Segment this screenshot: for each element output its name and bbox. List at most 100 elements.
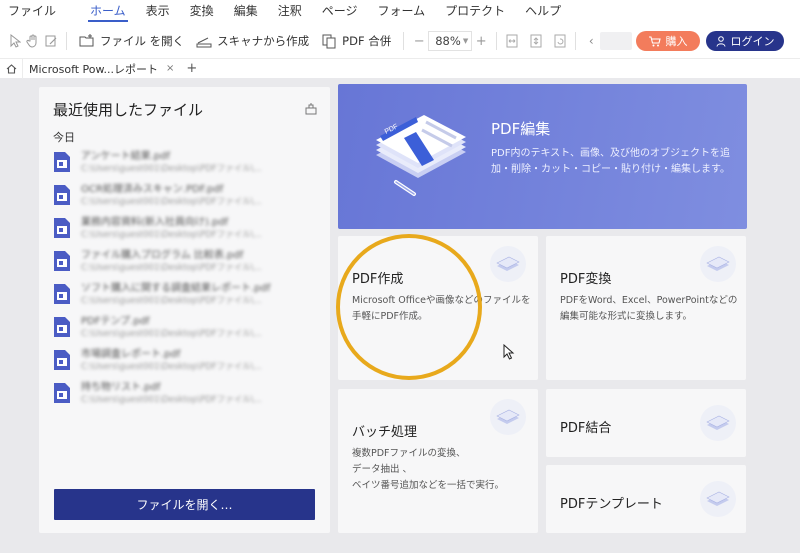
cart-icon — [648, 35, 661, 46]
pdf-edit-illustration-icon: PDF — [376, 115, 466, 196]
rotate-page-icon[interactable] — [551, 32, 569, 50]
file-path: C:\Users\guest001\Desktop\PDFファイル\... — [81, 263, 262, 273]
pdf-template-card[interactable]: PDFテンプレート — [546, 465, 746, 533]
recent-files-title: 最近使用したファイル — [53, 101, 204, 119]
pdf-convert-card[interactable]: PDF変換 PDFをWord、Excel、PowerPointなどの編集可能な形… — [546, 236, 746, 380]
file-path: C:\Users\guest001\Desktop\PDFファイル\... — [81, 197, 262, 207]
file-name: 業務内容資料(新入社員向け).pdf — [81, 217, 229, 228]
prev-page-button[interactable]: ‹ — [582, 32, 600, 50]
scanner-label: スキャナから作成 — [217, 34, 310, 48]
pdf-edit-description: PDF内のテキスト、画像、及び他のオブジェクトを追加・削除・カット・コピー・貼り… — [491, 148, 730, 175]
file-path: C:\Users\guest001\Desktop\PDFファイル\... — [81, 230, 262, 240]
recent-file-item[interactable]: OCR処理済みスキャン.PDF.pdf C:\Users\guest001\Des… — [53, 184, 315, 217]
buy-label: 購入 — [665, 35, 688, 48]
file-name: 市場調査レポート.pdf — [81, 349, 181, 360]
menu-view[interactable]: 表示 — [136, 0, 180, 24]
menu-protect[interactable]: プロテクト — [435, 0, 515, 24]
pdf-file-icon — [54, 185, 70, 205]
document-tab[interactable]: Microsoft Pow...レポート × — [22, 58, 180, 79]
home-icon[interactable] — [0, 59, 22, 79]
batch-process-card[interactable]: バッチ処理 複数PDFファイルの変換、 データ抽出 、 ベイツ番号追加などを一括… — [338, 389, 538, 533]
document-tab-label: Microsoft Pow...レポート — [29, 62, 159, 76]
pdf-convert-icon — [700, 246, 736, 282]
recent-file-item[interactable]: ファイル購入プログラム 比較表.pdf C:\Users\guest001\Des… — [53, 250, 315, 283]
file-path: C:\Users\guest001\Desktop\PDFファイル\... — [81, 296, 262, 306]
file-path: C:\Users\guest001\Desktop\PDFファイル\... — [81, 395, 262, 405]
open-file-main-button[interactable]: ファイルを開く… — [54, 489, 315, 520]
combine-label: PDF 合併 — [342, 34, 392, 48]
pdf-create-icon — [490, 246, 526, 282]
open-file-label: ファイル を開く — [100, 34, 185, 48]
chevron-down-icon: ▼ — [462, 37, 469, 45]
pdf-file-icon — [54, 317, 70, 337]
pdf-edit-title: PDF編集 — [491, 120, 551, 138]
menu-page[interactable]: ページ — [312, 0, 368, 24]
recent-file-item[interactable]: 業務内容資料(新入社員向け).pdf C:\Users\guest001\Desk… — [53, 217, 315, 250]
combine-button[interactable]: PDF 合併 — [315, 33, 397, 49]
file-name: OCR処理済みスキャン.PDF.pdf — [81, 184, 224, 195]
buy-button[interactable]: 購入 — [636, 31, 700, 51]
login-label: ログイン — [730, 35, 775, 48]
clear-history-icon[interactable] — [304, 102, 318, 116]
hand-tool-icon[interactable] — [24, 32, 42, 50]
pdf-convert-title: PDF変換 — [560, 272, 612, 287]
menu-file[interactable]: ファイル — [0, 0, 80, 24]
toolbar-divider — [496, 32, 498, 50]
batch-process-icon — [490, 399, 526, 435]
pdf-file-icon — [54, 152, 70, 172]
batch-desc-line: ベイツ番号追加などを一括で実行。 — [352, 480, 505, 491]
file-name: 持ち物リスト.pdf — [81, 382, 161, 393]
menu-bar: ファイル ホーム 表示 変換 編集 注釈 ページ フォーム プロテクト ヘルプ — [0, 0, 800, 24]
file-name: ソフト購入に関する調査結果レポート.pdf — [81, 283, 271, 294]
toolbar-divider — [403, 32, 405, 50]
pdf-combine-card[interactable]: PDF結合 — [546, 389, 746, 457]
menu-form[interactable]: フォーム — [367, 0, 435, 24]
zoom-value: 88% — [435, 34, 461, 48]
menu-annotate[interactable]: 注釈 — [268, 0, 312, 24]
pdf-file-icon — [54, 284, 70, 304]
close-icon[interactable]: × — [166, 63, 174, 74]
zoom-in-button[interactable]: + — [472, 34, 490, 49]
user-icon — [716, 35, 725, 47]
recent-file-item[interactable]: アンケート結果.pdf C:\Users\guest001\Desktop\PDF… — [53, 151, 315, 184]
menu-home[interactable]: ホーム — [80, 0, 136, 24]
batch-process-description: 複数PDFファイルの変換、 データ抽出 、 ベイツ番号追加などを一括で実行。 — [352, 446, 504, 494]
pdf-file-icon — [54, 218, 70, 238]
file-name: PDFテンプ.pdf — [81, 316, 150, 327]
menu-help[interactable]: ヘルプ — [515, 0, 571, 24]
page-number-input[interactable] — [600, 32, 633, 50]
menu-edit[interactable]: 編集 — [224, 0, 268, 24]
open-file-button[interactable]: ファイル を開く — [73, 33, 190, 49]
recent-file-item[interactable]: 市場調査レポート.pdf C:\Users\guest001\Desktop\PD… — [53, 349, 315, 382]
zoom-out-button[interactable]: − — [410, 34, 428, 49]
recent-files-panel: 最近使用したファイル 今日 アンケート結果.pdf C:\Users\guest0… — [39, 87, 330, 533]
new-tab-button[interactable]: + — [180, 61, 203, 76]
pdf-create-title: PDF作成 — [352, 272, 404, 287]
toolbar: ファイル を開く スキャナから作成 PDF 合併 − 88% ▼ + ‹ › 購… — [0, 24, 800, 58]
recent-file-item[interactable]: ソフト購入に関する調査結果レポート.pdf C:\Users\guest001\D… — [53, 283, 315, 316]
pdf-edit-card[interactable]: PDF PDF編集 PDF内のテキスト、画像、及び他のオブジェクトを追加・削除・… — [338, 84, 747, 229]
fit-page-icon[interactable] — [527, 32, 545, 50]
pdf-file-icon — [54, 383, 70, 403]
pdf-file-icon — [54, 251, 70, 271]
mouse-cursor-icon — [503, 344, 515, 360]
recent-file-item[interactable]: 持ち物リスト.pdf C:\Users\guest001\Desktop\PDFフ… — [53, 382, 315, 415]
file-name: ファイル購入プログラム 比較表.pdf — [81, 250, 244, 261]
login-button[interactable]: ログイン — [706, 31, 784, 51]
scanner-icon — [196, 37, 212, 48]
edit-tool-icon[interactable] — [42, 32, 60, 50]
pdf-combine-title: PDF結合 — [560, 421, 612, 436]
select-tool-icon[interactable] — [6, 32, 24, 50]
pdf-template-title: PDFテンプレート — [560, 497, 663, 512]
pdf-create-description: Microsoft Officeや画像などのファイルを手軽にPDF作成。 — [352, 295, 531, 322]
scanner-button[interactable]: スキャナから作成 — [190, 33, 315, 49]
menu-convert[interactable]: 変換 — [180, 0, 224, 24]
fit-width-icon[interactable] — [503, 32, 521, 50]
zoom-select[interactable]: 88% ▼ — [428, 31, 473, 51]
recent-file-item[interactable]: PDFテンプ.pdf C:\Users\guest001\Desktop\PDFフ… — [53, 316, 315, 349]
toolbar-divider — [66, 32, 67, 50]
pdf-template-icon — [700, 481, 736, 517]
recent-file-list: アンケート結果.pdf C:\Users\guest001\Desktop\PDF… — [53, 151, 315, 415]
batch-process-title: バッチ処理 — [352, 425, 418, 440]
tab-bar: Microsoft Pow...レポート × + — [0, 58, 800, 79]
